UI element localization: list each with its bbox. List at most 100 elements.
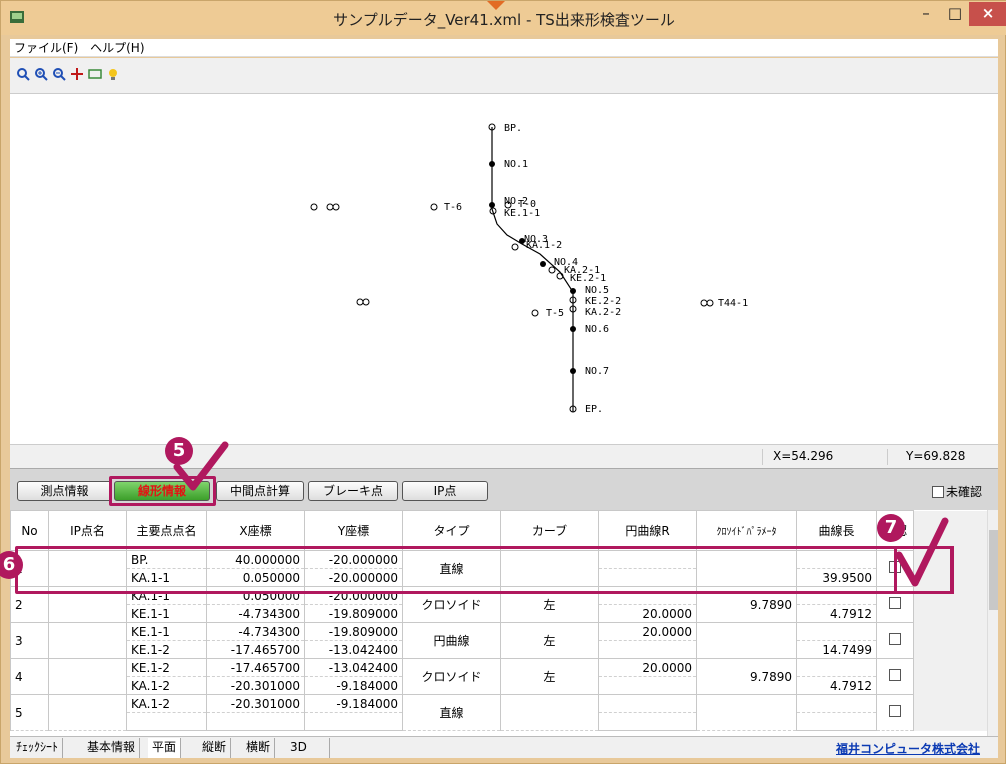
tab-check-sheet[interactable]: ﾁｪｯｸｼｰﾄ bbox=[12, 738, 64, 758]
cell-point: KE.1-1 bbox=[126, 604, 207, 623]
zoom-icon[interactable] bbox=[16, 67, 30, 81]
col-x[interactable]: X座標 bbox=[206, 510, 305, 551]
cell-length: 4.7912 bbox=[796, 604, 877, 623]
tab-basic-info[interactable]: 基本情報 bbox=[83, 738, 141, 758]
cell-filler bbox=[913, 622, 988, 659]
x-coordinate: X=54.296 bbox=[762, 449, 887, 465]
tab-station-info[interactable]: 測点情報 bbox=[17, 481, 112, 501]
cell-x: -17.465700 bbox=[206, 658, 305, 677]
col-no[interactable]: No bbox=[10, 510, 49, 551]
unconfirmed-filter[interactable]: 未確認 bbox=[932, 483, 982, 500]
svg-text:KE.2-2: KE.2-2 bbox=[585, 296, 621, 307]
svg-text:EP.: EP. bbox=[585, 404, 603, 415]
svg-text:NO.5: NO.5 bbox=[585, 285, 609, 296]
ip-T44-1: T44-1 bbox=[700, 298, 748, 309]
cell-confirm bbox=[876, 694, 914, 731]
cell-type: 円曲線 bbox=[402, 622, 501, 659]
col-main-point[interactable]: 主要点点名 bbox=[126, 510, 207, 551]
menu-help[interactable]: ヘルプ(H) bbox=[86, 39, 148, 57]
cell-y: -13.042400 bbox=[304, 658, 403, 677]
cell-filler bbox=[913, 658, 988, 695]
table-row[interactable]: 5 KA.1-2 -20.301000 -9.184000 直線 bbox=[10, 694, 988, 731]
point-BP: BP. bbox=[488, 123, 522, 134]
point-NO5: NO.5 bbox=[570, 285, 609, 296]
col-ip-name[interactable]: IP点名 bbox=[48, 510, 127, 551]
minimize-button[interactable]: – bbox=[911, 2, 941, 26]
cell-length: 4.7912 bbox=[796, 676, 877, 695]
tab-plan[interactable]: 平面 bbox=[148, 738, 182, 758]
cell-point: KE.1-2 bbox=[126, 640, 207, 659]
ip-T5: T-5 bbox=[531, 308, 564, 319]
confirm-checkbox[interactable] bbox=[889, 705, 901, 717]
cell-confirm bbox=[876, 622, 914, 659]
table-row[interactable]: 3 KE.1-1 -4.734300 -19.809000 円曲線左 20.0000 bbox=[10, 622, 988, 659]
cell-y: -13.042400 bbox=[304, 640, 403, 659]
maximize-button[interactable]: □ bbox=[941, 2, 969, 26]
callout-7-check-icon bbox=[895, 517, 949, 587]
unconfirmed-checkbox[interactable] bbox=[932, 486, 944, 498]
cell-point: KE.1-1 bbox=[126, 622, 207, 641]
svg-text:T44-1: T44-1 bbox=[718, 298, 748, 309]
cell-y: -9.184000 bbox=[304, 694, 403, 713]
cell-y bbox=[304, 712, 403, 731]
lightbulb-icon[interactable] bbox=[106, 67, 120, 81]
tab-ip-point[interactable]: IP点 bbox=[402, 481, 488, 501]
cell-point: KA.1-2 bbox=[126, 676, 207, 695]
tab-3d[interactable]: 3D bbox=[286, 738, 330, 758]
tab-profile[interactable]: 縦断 bbox=[198, 738, 232, 758]
confirm-checkbox[interactable] bbox=[889, 597, 901, 609]
svg-text:NO.6: NO.6 bbox=[585, 324, 609, 335]
zoom-in-icon[interactable] bbox=[34, 67, 48, 81]
cell-x: -4.734300 bbox=[206, 604, 305, 623]
col-curve[interactable]: カーブ bbox=[500, 510, 599, 551]
table-row[interactable]: 4 KE.1-2 -17.465700 -13.042400 クロソイド左 20.0000… bbox=[10, 658, 988, 695]
toolbar bbox=[10, 58, 998, 94]
cell-radius: 20.0000 bbox=[598, 604, 697, 623]
cell-length: 14.7499 bbox=[796, 640, 877, 659]
confirm-checkbox[interactable] bbox=[889, 669, 901, 681]
menu-bar: ファイル(F) ヘルプ(H) bbox=[10, 39, 998, 57]
cell-radius bbox=[598, 640, 697, 659]
cell-x: -20.301000 bbox=[206, 676, 305, 695]
cell-no: 5 bbox=[10, 694, 49, 731]
info-tab-bar: 測点情報 線形情報 中間点計算 ブレーキ点 IP点 未確認 bbox=[10, 468, 998, 510]
scrollbar-thumb[interactable] bbox=[989, 530, 998, 610]
confirm-checkbox[interactable] bbox=[889, 633, 901, 645]
cell-x bbox=[206, 712, 305, 731]
menu-file[interactable]: ファイル(F) bbox=[10, 39, 82, 57]
col-length[interactable]: 曲線長 bbox=[796, 510, 877, 551]
tab-break-point[interactable]: ブレーキ点 bbox=[308, 481, 398, 501]
cell-curve: 左 bbox=[500, 622, 599, 659]
svg-text:KA.1-2: KA.1-2 bbox=[526, 240, 562, 251]
col-y[interactable]: Y座標 bbox=[304, 510, 403, 551]
unconfirmed-label: 未確認 bbox=[946, 485, 983, 499]
tab-cross-section[interactable]: 横断 bbox=[242, 738, 276, 758]
pan-icon[interactable] bbox=[70, 67, 84, 81]
cell-length bbox=[796, 712, 877, 731]
tab-intermediate-calc[interactable]: 中間点計算 bbox=[216, 481, 304, 501]
cell-point: KE.1-2 bbox=[126, 658, 207, 677]
fit-icon[interactable] bbox=[88, 67, 102, 81]
col-type[interactable]: タイプ bbox=[402, 510, 501, 551]
close-button[interactable]: × bbox=[969, 2, 1006, 26]
zoom-out-icon[interactable] bbox=[52, 67, 66, 81]
cell-param bbox=[696, 622, 797, 659]
company-link[interactable]: 福井コンピュータ株式会社 bbox=[836, 740, 980, 757]
plan-view-canvas[interactable]: BP. NO.1 NO.2 KE.1-1 NO.3 KA.1-2 NO.4 KA… bbox=[10, 94, 998, 444]
alignment-drawing: BP. NO.1 NO.2 KE.1-1 NO.3 KA.1-2 NO.4 KA… bbox=[310, 123, 748, 415]
row-highlight bbox=[15, 546, 953, 594]
cell-filler bbox=[913, 694, 988, 731]
app-window: サンプルデータ_Ver41.xml - TS出来形検査ツール – □ × ファイ… bbox=[0, 0, 1006, 764]
cell-length-top bbox=[796, 622, 877, 641]
cell-y: -19.809000 bbox=[304, 604, 403, 623]
col-clothoid-param[interactable]: ｸﾛｿｲﾄﾞﾊﾟﾗﾒｰﾀ bbox=[696, 510, 797, 551]
cell-y: -19.809000 bbox=[304, 622, 403, 641]
table-scrollbar[interactable] bbox=[987, 510, 998, 736]
table-header-row: No IP点名 主要点点名 X座標 Y座標 タイプ カーブ 円曲線R ｸﾛｿｲﾄ… bbox=[10, 510, 988, 551]
cell-radius bbox=[598, 694, 697, 713]
cell-point: KA.1-2 bbox=[126, 694, 207, 713]
col-radius[interactable]: 円曲線R bbox=[598, 510, 697, 551]
callout-5-check-icon bbox=[173, 441, 229, 491]
cell-x: -20.301000 bbox=[206, 694, 305, 713]
cell-confirm bbox=[876, 658, 914, 695]
